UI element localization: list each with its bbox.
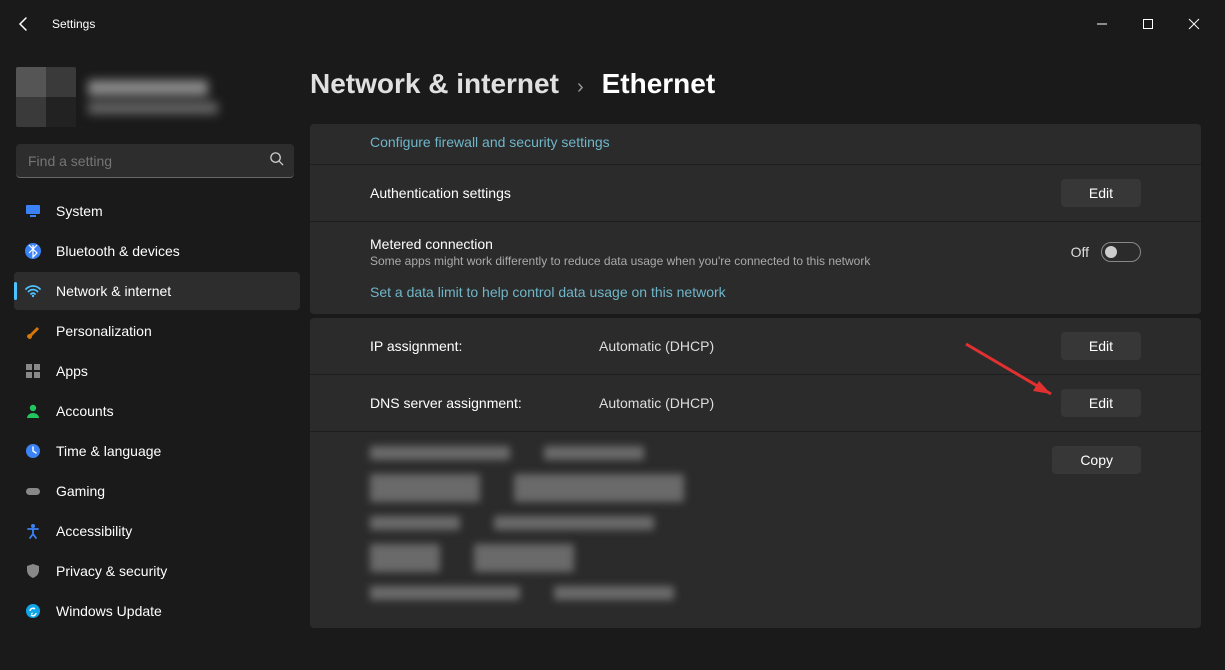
sidebar-item-label: System bbox=[56, 203, 103, 219]
content-scroll[interactable]: Configure firewall and security settings… bbox=[310, 124, 1225, 670]
metered-subtitle: Some apps might work differently to redu… bbox=[370, 254, 1047, 268]
row-details: Copy bbox=[310, 431, 1201, 628]
sidebar-item-apps[interactable]: Apps bbox=[14, 352, 300, 390]
sidebar-item-label: Bluetooth & devices bbox=[56, 243, 180, 259]
ip-label: IP assignment: bbox=[370, 338, 462, 354]
update-icon bbox=[24, 602, 42, 620]
sidebar-item-label: Privacy & security bbox=[56, 563, 167, 579]
row-dns-assignment: DNS server assignment: Automatic (DHCP) … bbox=[310, 374, 1201, 431]
dns-edit-button[interactable]: Edit bbox=[1061, 389, 1141, 417]
close-button[interactable] bbox=[1171, 8, 1217, 40]
breadcrumb-current: Ethernet bbox=[602, 68, 716, 100]
data-limit-link[interactable]: Set a data limit to help control data us… bbox=[370, 284, 1141, 300]
sidebar-item-accounts[interactable]: Accounts bbox=[14, 392, 300, 430]
main-panel: Network & internet › Ethernet Configure … bbox=[310, 48, 1225, 670]
sidebar-item-gaming[interactable]: Gaming bbox=[14, 472, 300, 510]
sidebar-item-windows-update[interactable]: Windows Update bbox=[14, 592, 300, 630]
chevron-right-icon: › bbox=[577, 76, 584, 99]
ip-dns-card: IP assignment: Automatic (DHCP) Edit DNS… bbox=[310, 318, 1201, 628]
sidebar-item-network-internet[interactable]: Network & internet bbox=[14, 272, 300, 310]
title-bar: Settings bbox=[0, 0, 1225, 48]
metered-title: Metered connection bbox=[370, 236, 1047, 252]
sidebar-item-personalization[interactable]: Personalization bbox=[14, 312, 300, 350]
search-container bbox=[16, 144, 294, 178]
sidebar-item-label: Accounts bbox=[56, 403, 114, 419]
sidebar-item-label: Personalization bbox=[56, 323, 152, 339]
row-ip-assignment: IP assignment: Automatic (DHCP) Edit bbox=[310, 318, 1201, 374]
ip-value: Automatic (DHCP) bbox=[599, 338, 714, 354]
copy-button[interactable]: Copy bbox=[1052, 446, 1141, 474]
sidebar-item-system[interactable]: System bbox=[14, 192, 300, 230]
clock-icon bbox=[24, 442, 42, 460]
sidebar-item-bluetooth-devices[interactable]: Bluetooth & devices bbox=[14, 232, 300, 270]
avatar bbox=[16, 67, 76, 127]
nav-list: System Bluetooth & devices Network & inter… bbox=[10, 192, 300, 630]
paintbrush-icon bbox=[24, 322, 42, 340]
apps-icon bbox=[24, 362, 42, 380]
minimize-button[interactable] bbox=[1079, 8, 1125, 40]
row-authentication: Authentication settings Edit bbox=[310, 164, 1201, 221]
search-input[interactable] bbox=[16, 144, 294, 178]
breadcrumb: Network & internet › Ethernet bbox=[310, 48, 1225, 124]
person-icon bbox=[24, 402, 42, 420]
breadcrumb-parent[interactable]: Network & internet bbox=[310, 68, 559, 100]
account-header[interactable] bbox=[16, 64, 294, 130]
search-icon bbox=[269, 151, 284, 171]
auth-title: Authentication settings bbox=[370, 185, 1037, 201]
sidebar-item-label: Apps bbox=[56, 363, 88, 379]
sidebar-item-label: Gaming bbox=[56, 483, 105, 499]
sidebar-item-label: Network & internet bbox=[56, 283, 171, 299]
accessibility-icon bbox=[24, 522, 42, 540]
dns-label: DNS server assignment: bbox=[370, 395, 522, 411]
ip-edit-button[interactable]: Edit bbox=[1061, 332, 1141, 360]
sidebar-item-accessibility[interactable]: Accessibility bbox=[14, 512, 300, 550]
maximize-button[interactable] bbox=[1125, 8, 1171, 40]
sidebar-item-label: Windows Update bbox=[56, 603, 162, 619]
sidebar-item-label: Accessibility bbox=[56, 523, 132, 539]
shield-icon bbox=[24, 562, 42, 580]
account-text-redacted bbox=[88, 80, 218, 114]
sidebar-item-privacy-security[interactable]: Privacy & security bbox=[14, 552, 300, 590]
metered-toggle-state: Off bbox=[1071, 244, 1089, 260]
sidebar-item-time-language[interactable]: Time & language bbox=[14, 432, 300, 470]
display-icon bbox=[24, 202, 42, 220]
auth-edit-button[interactable]: Edit bbox=[1061, 179, 1141, 207]
dns-value: Automatic (DHCP) bbox=[599, 395, 714, 411]
back-button[interactable] bbox=[8, 8, 40, 40]
gamepad-icon bbox=[24, 482, 42, 500]
firewall-link[interactable]: Configure firewall and security settings bbox=[370, 134, 610, 150]
sidebar: System Bluetooth & devices Network & inter… bbox=[0, 48, 310, 670]
metered-toggle[interactable] bbox=[1101, 242, 1141, 262]
settings-card: Configure firewall and security settings… bbox=[310, 124, 1201, 314]
bluetooth-icon bbox=[24, 242, 42, 260]
sidebar-item-label: Time & language bbox=[56, 443, 161, 459]
wifi-icon bbox=[24, 282, 42, 300]
window-title: Settings bbox=[52, 17, 95, 31]
row-metered: Metered connection Some apps might work … bbox=[310, 221, 1201, 314]
